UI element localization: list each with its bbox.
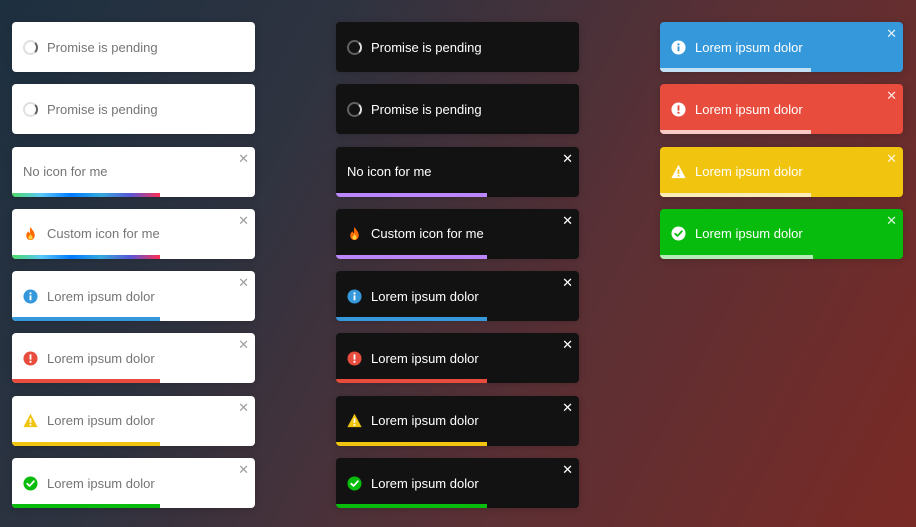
colored-toast-column: Lorem ipsum dolor ✕ Lorem ipsum dolor ✕ Lore… [660, 22, 903, 271]
toast-info[interactable]: Lorem ipsum dolor ✕ [336, 271, 579, 322]
fire-icon [347, 226, 362, 241]
progress-bar [336, 379, 487, 384]
close-icon[interactable]: ✕ [562, 401, 573, 414]
toast-message: Lorem ipsum dolor [695, 39, 803, 55]
spinner-icon [347, 39, 362, 55]
progress-bar [12, 379, 161, 384]
progress-bar [12, 441, 161, 446]
toast-info[interactable]: Lorem ipsum dolor ✕ [12, 271, 255, 322]
toast-error[interactable]: Lorem ipsum dolor ✕ [660, 84, 903, 135]
toast-message: Lorem ipsum dolor [371, 350, 479, 366]
toast-message: Lorem ipsum dolor [47, 413, 155, 429]
toast-pending[interactable]: Promise is pending [12, 22, 255, 72]
toast-message: Custom icon for me [47, 226, 160, 242]
toast-pending[interactable]: Promise is pending [336, 84, 579, 135]
toast-message: Lorem ipsum dolor [695, 226, 803, 242]
toast-message: No icon for me [23, 164, 108, 180]
error-icon [23, 351, 38, 366]
progress-bar [336, 441, 487, 446]
toast-warning[interactable]: Lorem ipsum dolor ✕ [12, 395, 255, 446]
toast-info[interactable]: Lorem ipsum dolor ✕ [660, 22, 903, 72]
info-icon [23, 289, 38, 304]
close-icon[interactable]: ✕ [562, 276, 573, 289]
close-icon[interactable]: ✕ [238, 463, 249, 476]
success-icon [671, 226, 686, 241]
close-icon[interactable]: ✕ [562, 338, 573, 351]
close-icon[interactable]: ✕ [238, 276, 249, 289]
toast-success[interactable]: Lorem ipsum dolor ✕ [12, 458, 255, 509]
close-icon[interactable]: ✕ [886, 89, 897, 102]
toast-message: Promise is pending [47, 101, 158, 117]
spinner-icon [23, 39, 38, 55]
warning-icon [347, 413, 362, 428]
toast-message: Lorem ipsum dolor [371, 288, 479, 304]
warning-icon [671, 164, 686, 179]
fire-icon [23, 226, 38, 241]
toast-message: Promise is pending [371, 39, 482, 55]
spinner-icon [23, 101, 38, 117]
progress-bar [660, 68, 811, 72]
progress-bar [336, 504, 487, 509]
toast-message: Lorem ipsum dolor [47, 350, 155, 366]
progress-bar [660, 192, 811, 197]
progress-bar [660, 254, 814, 259]
progress-bar [660, 130, 811, 135]
toast-error[interactable]: Lorem ipsum dolor ✕ [12, 333, 255, 384]
close-icon[interactable]: ✕ [886, 152, 897, 165]
close-icon[interactable]: ✕ [562, 152, 573, 165]
info-icon [671, 39, 686, 55]
progress-bar [12, 317, 161, 322]
light-toast-column: Promise is pending Promise is pending No i… [12, 22, 255, 520]
toast-default[interactable]: Custom icon for me ✕ [336, 208, 579, 259]
progress-bar [336, 254, 487, 259]
progress-bar [336, 317, 487, 322]
close-icon[interactable]: ✕ [886, 27, 897, 40]
toast-message: Lorem ipsum dolor [695, 164, 803, 180]
toast-warning[interactable]: Lorem ipsum dolor ✕ [336, 395, 579, 446]
toast-message: Promise is pending [47, 39, 158, 55]
close-icon[interactable]: ✕ [562, 214, 573, 227]
toast-success[interactable]: Lorem ipsum dolor ✕ [336, 458, 579, 509]
toast-message: Promise is pending [371, 101, 482, 117]
toast-error[interactable]: Lorem ipsum dolor ✕ [336, 333, 579, 384]
spinner-icon [347, 101, 362, 117]
progress-bar [12, 254, 161, 259]
toast-default[interactable]: No icon for me ✕ [336, 146, 579, 197]
close-icon[interactable]: ✕ [238, 152, 249, 165]
info-icon [347, 289, 362, 304]
close-icon[interactable]: ✕ [886, 214, 897, 227]
progress-bar [336, 192, 487, 197]
dark-toast-column: Promise is pending Promise is pending No i… [336, 22, 579, 520]
toast-message: No icon for me [347, 164, 432, 180]
progress-bar [12, 192, 161, 197]
toast-message: Lorem ipsum dolor [371, 475, 479, 491]
success-icon [347, 476, 362, 491]
warning-icon [23, 413, 38, 428]
close-icon[interactable]: ✕ [238, 214, 249, 227]
close-icon[interactable]: ✕ [238, 401, 249, 414]
close-icon[interactable]: ✕ [562, 463, 573, 476]
toast-pending[interactable]: Promise is pending [336, 22, 579, 72]
error-icon [671, 102, 686, 117]
progress-bar [12, 504, 161, 509]
toast-success[interactable]: Lorem ipsum dolor ✕ [660, 208, 903, 259]
toast-warning[interactable]: Lorem ipsum dolor ✕ [660, 146, 903, 197]
toast-default[interactable]: Custom icon for me ✕ [12, 208, 255, 259]
toast-message: Custom icon for me [371, 226, 484, 242]
success-icon [23, 476, 38, 491]
toast-message: Lorem ipsum dolor [371, 413, 479, 429]
toast-message: Lorem ipsum dolor [47, 288, 155, 304]
toast-pending[interactable]: Promise is pending [12, 84, 255, 135]
toast-default[interactable]: No icon for me ✕ [12, 146, 255, 197]
error-icon [347, 351, 362, 366]
toast-message: Lorem ipsum dolor [695, 101, 803, 117]
close-icon[interactable]: ✕ [238, 338, 249, 351]
toast-message: Lorem ipsum dolor [47, 475, 155, 491]
